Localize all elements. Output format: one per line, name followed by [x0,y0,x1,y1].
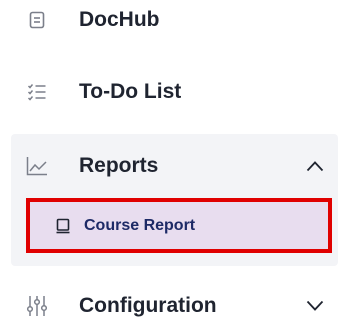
sidebar-item-label: To-Do List [79,80,182,103]
book-icon [54,217,72,235]
sidebar-subitem-label: Course Report [84,216,196,234]
sidebar-item-todo-list[interactable]: To-Do List [0,70,338,114]
chevron-up-icon[interactable] [304,155,326,177]
checklist-icon [26,81,48,103]
sidebar-item-label: Reports [79,154,159,177]
sidebar-item-label: DocHub [79,8,160,31]
reports-group: Reports Course Report [11,134,338,266]
sidebar-item-label: Configuration [79,294,217,317]
document-icon [26,9,48,31]
sliders-icon [26,295,48,317]
sidebar: DocHub To-Do List Reports Course Report … [0,0,338,320]
chevron-down-icon[interactable] [304,295,326,317]
sidebar-subitem-course-report[interactable]: Course Report [26,198,332,253]
sidebar-item-configuration[interactable]: Configuration [0,284,338,320]
line-chart-icon [26,155,48,177]
sidebar-item-dochub[interactable]: DocHub [0,0,338,40]
sidebar-item-reports[interactable]: Reports [0,144,338,188]
